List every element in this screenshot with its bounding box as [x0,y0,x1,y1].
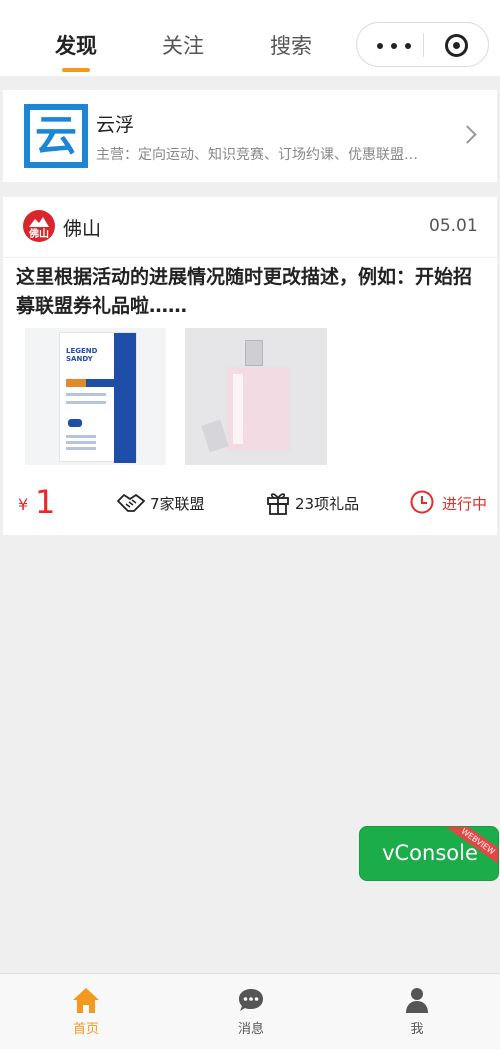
merchant-description: 主营：定向运动、知识竞赛、订场约课、优惠联盟… [96,147,418,163]
bottom-tab-bar: 首页 消息 我 [0,973,500,1049]
tabbar-item-messages[interactable]: 消息 [201,974,301,1049]
product-image-dog-food[interactable]: LEGEND SANDY [25,328,166,465]
capsule-divider [423,33,424,57]
price-symbol: ¥ [18,495,29,514]
tabbar-item-me[interactable]: 我 [367,974,467,1049]
ellipsis-icon[interactable] [377,43,413,49]
handshake-icon [117,494,145,512]
target-icon[interactable] [445,34,468,57]
divider [3,257,497,258]
city-badge-icon: 佛山 [23,210,55,242]
activity-card[interactable]: 佛山 佛山 05.01 这里根据活动的进展情况随时更改描述，例如：开始招募联盟券… [3,197,497,535]
price-value: 1 [35,483,56,521]
tabbar-label-messages: 消息 [237,1022,264,1037]
product-image-perfume[interactable] [185,328,327,465]
merchant-name: 云浮 [96,114,135,136]
tabbar-label-me: 我 [410,1022,424,1037]
gift-icon [267,493,289,515]
tab-search[interactable]: 搜索 [270,30,312,60]
tabbar-item-home[interactable]: 首页 [36,974,136,1049]
user-icon [406,988,428,1013]
miniprogram-capsule [356,22,489,67]
product-brand: LEGEND SANDY [66,347,98,363]
activity-description: 这里根据活动的进展情况随时更改描述，例如：开始招募联盟券礼品啦…… [16,266,473,317]
city-name: 佛山 [63,218,102,240]
tab-follow[interactable]: 关注 [162,30,204,60]
alliance-count: 7家联盟 [150,495,205,513]
active-tab-indicator [62,68,90,72]
home-icon [73,988,99,1013]
merchant-logo: 云 [24,104,88,168]
status-badge: 进行中 [442,495,488,513]
activity-date: 05.01 [429,216,478,236]
top-nav: 发现 关注 搜索 [0,0,500,76]
chevron-right-icon [458,125,477,144]
city-badge-text: 佛山 [29,229,49,240]
vconsole-button[interactable]: vConsole WEBVIEW [359,826,499,881]
chat-icon [239,989,263,1011]
merchant-card[interactable]: 云 云浮 主营：定向运动、知识竞赛、订场约课、优惠联盟… [3,90,497,182]
gift-count: 23项礼品 [295,495,360,513]
tabbar-label-home: 首页 [72,1022,99,1037]
tab-discover[interactable]: 发现 [55,30,97,60]
merchant-logo-glyph: 云 [34,111,77,160]
clock-icon [410,490,434,514]
